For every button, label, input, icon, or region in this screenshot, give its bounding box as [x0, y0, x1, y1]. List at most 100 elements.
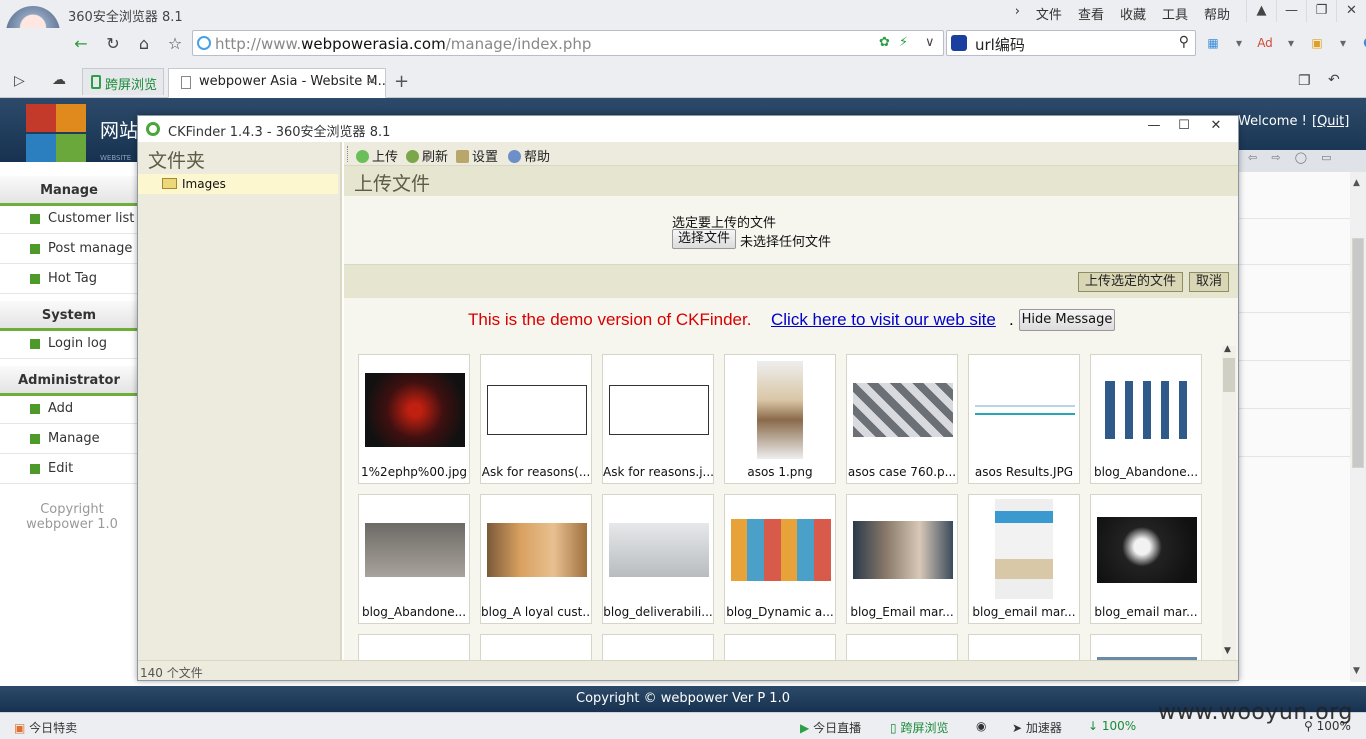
file-thumb[interactable] [846, 634, 958, 660]
hide-message-button[interactable]: Hide Message [1019, 309, 1115, 331]
scroll-thumb[interactable] [1352, 238, 1364, 468]
compat-icon[interactable]: ✿ [879, 35, 890, 50]
file-thumb[interactable]: Ask for reasons.j... [602, 354, 714, 484]
folder-item-images[interactable]: Images [138, 174, 338, 194]
file-thumb[interactable]: blog_Dynamic a... [724, 494, 836, 624]
menu-view[interactable]: 查看 [1078, 4, 1104, 23]
menu-help[interactable]: 帮助 [1204, 4, 1230, 23]
sidebar-item-edit[interactable]: Edit [0, 454, 138, 484]
extension-dropdown-icon[interactable]: ▾ [1334, 34, 1352, 52]
refresh-button[interactable]: 刷新 [406, 146, 448, 165]
menu-head-administrator[interactable]: Administrator [0, 366, 138, 396]
file-thumb[interactable] [1090, 634, 1202, 660]
pdf-icon[interactable]: Ad [1256, 34, 1274, 52]
extension-icon[interactable]: ▣ [1308, 34, 1326, 52]
file-thumb[interactable]: blog_deliverabili... [602, 494, 714, 624]
scroll-up-icon[interactable]: ▲ [1353, 178, 1360, 188]
file-thumb[interactable]: asos case 760.p... [846, 354, 958, 484]
sidebar-item-add[interactable]: Add [0, 394, 138, 424]
apps-icon[interactable]: ▦ [1204, 34, 1222, 52]
search-icon[interactable]: ⚲ [1179, 34, 1189, 50]
menu-tools[interactable]: 工具 [1162, 4, 1188, 23]
refresh-icon[interactable]: ↻ [102, 33, 124, 55]
page-scrollbar[interactable]: ▲ ▼ [1350, 172, 1366, 682]
visit-site-link[interactable]: Click here to visit our web site [771, 310, 996, 330]
restore-tabs-icon[interactable]: ❐ [1298, 73, 1311, 89]
file-thumb[interactable]: asos Results.JPG [968, 354, 1080, 484]
search-box[interactable]: url编码 ⚲ [946, 30, 1196, 56]
upload-button[interactable]: 上传 [356, 146, 398, 165]
star-icon[interactable]: ☆ [164, 33, 186, 55]
sidebar-item-hot-tag[interactable]: Hot Tag [0, 264, 138, 294]
skin-icon[interactable]: ▲ [1246, 0, 1276, 22]
cloud-icon[interactable]: ☁ [52, 72, 66, 88]
url-dropdown-icon[interactable]: ∨ [925, 35, 935, 50]
file-thumb[interactable]: blog_email mar... [968, 494, 1080, 624]
file-thumb[interactable]: 1%2ephp%00.jpg [358, 354, 470, 484]
popup-maximize-button[interactable]: ☐ [1170, 118, 1198, 138]
sidebar-item-manage[interactable]: Manage [0, 424, 138, 454]
tab-split-browse[interactable]: 跨屏浏览 [82, 68, 164, 95]
file-thumb[interactable] [968, 634, 1080, 660]
screen-icon[interactable]: ▭ [1321, 151, 1331, 164]
url-text[interactable]: http://www.webpowerasia.com/manage/index… [215, 35, 591, 53]
file-thumb[interactable]: asos 1.png [724, 354, 836, 484]
minimize-button[interactable]: — [1276, 0, 1306, 22]
menu-file[interactable]: 文件 [1036, 4, 1062, 23]
undo-close-icon[interactable]: ↶ [1328, 72, 1340, 88]
prev-icon[interactable]: ⇦ [1248, 151, 1257, 164]
file-thumb[interactable] [602, 634, 714, 660]
sidebar-item-login-log[interactable]: Login log [0, 329, 138, 359]
address-bar[interactable]: http://www.webpowerasia.com/manage/index… [192, 30, 944, 56]
grid-scroll-up-icon[interactable]: ▲ [1224, 344, 1231, 354]
grid-scroll-thumb[interactable] [1223, 358, 1235, 392]
upload-selected-button[interactable]: 上传选定的文件 [1078, 272, 1184, 292]
file-thumb[interactable]: blog_Email mar... [846, 494, 958, 624]
menu-favorites[interactable]: 收藏 [1120, 4, 1146, 23]
search-input[interactable]: url编码 [975, 34, 1025, 55]
file-thumb[interactable]: blog_Abandone... [1090, 354, 1202, 484]
accelerator-item[interactable]: ➤ 加速器 [1012, 719, 1062, 736]
file-thumb[interactable]: blog_A loyal cust... [480, 494, 592, 624]
settings-button[interactable]: 设置 [456, 146, 498, 165]
file-thumb[interactable] [724, 634, 836, 660]
sidebar-toggle-icon[interactable]: ▷ [14, 73, 25, 89]
menu-head-manage[interactable]: Manage [0, 176, 138, 206]
sidebar-item-post-manage[interactable]: Post manage [0, 234, 138, 264]
user-icon[interactable]: ☻ [1360, 34, 1366, 52]
menu-chevron-icon[interactable]: › [1015, 4, 1020, 23]
cancel-button[interactable]: 取消 [1189, 272, 1230, 292]
download-item[interactable]: ↓ 100% [1088, 719, 1136, 733]
daily-sale-item[interactable]: ▣ 今日特卖 [14, 719, 77, 736]
home-icon[interactable]: ⌂ [133, 33, 155, 55]
lightning-icon[interactable]: ⚡ [899, 35, 908, 50]
help-button[interactable]: 帮助 [508, 146, 550, 165]
file-thumb[interactable] [358, 634, 470, 660]
split-browse-item[interactable]: ▯ 跨屏浏览 [890, 719, 948, 736]
maximize-button[interactable]: ❐ [1306, 0, 1336, 22]
file-thumb[interactable]: blog_Abandone... [358, 494, 470, 624]
next-icon[interactable]: ⇨ [1271, 151, 1280, 164]
grid-scrollbar[interactable]: ▲ ▼ [1222, 344, 1236, 660]
stop-icon[interactable]: ◯ [1295, 151, 1307, 164]
popup-minimize-button[interactable]: — [1140, 118, 1168, 138]
sidebar-item-customer-list[interactable]: Customer list [0, 204, 138, 234]
pdf-dropdown-icon[interactable]: ▾ [1282, 34, 1300, 52]
new-tab-button[interactable]: + [394, 71, 409, 92]
tab-close-icon[interactable]: ✕ [366, 74, 377, 89]
live-item[interactable]: ▶ 今日直播 [800, 719, 861, 736]
close-button[interactable]: ✕ [1336, 0, 1366, 22]
speed-icon[interactable]: ◉ [976, 719, 986, 733]
search-engine-icon[interactable] [951, 35, 967, 51]
quit-link[interactable]: [Quit] [1312, 114, 1349, 129]
popup-close-button[interactable]: ✕ [1202, 118, 1230, 138]
file-thumb[interactable]: Ask for reasons(... [480, 354, 592, 484]
grid-scroll-down-icon[interactable]: ▼ [1224, 646, 1231, 656]
file-thumb[interactable]: blog_email mar... [1090, 494, 1202, 624]
scroll-down-icon[interactable]: ▼ [1353, 666, 1360, 676]
choose-file-button[interactable]: 选择文件 [672, 229, 736, 249]
apps-dropdown-icon[interactable]: ▾ [1230, 34, 1248, 52]
tab-webpower[interactable]: webpower Asia - Website M... ✕ [168, 68, 386, 98]
file-thumb[interactable] [480, 634, 592, 660]
back-arrow-icon[interactable]: ← [70, 33, 92, 55]
